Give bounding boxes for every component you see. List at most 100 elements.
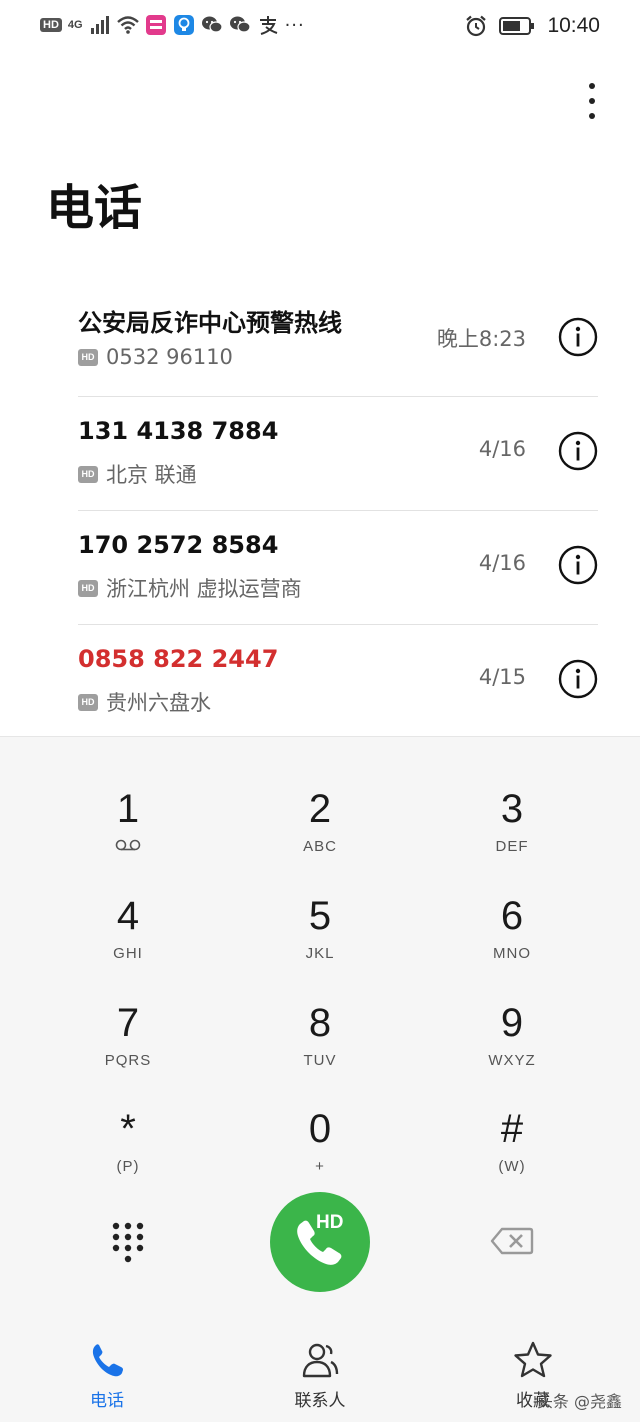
caller-detail-row: HD 北京 联通	[78, 459, 197, 489]
caller-detail: 北京 联通	[106, 463, 197, 487]
call-info-button[interactable]	[558, 659, 598, 699]
key-letters: (P)	[116, 1158, 140, 1175]
dialpad-key-7[interactable]: 7 PQRS	[58, 999, 198, 1095]
call-time: 4/15	[478, 665, 526, 689]
key-digit: 5	[308, 894, 332, 938]
call-log-item[interactable]: 0858 822 2447 HD 贵州六盘水 4/15	[78, 625, 598, 739]
key-letters: WXYZ	[488, 1052, 536, 1069]
key-letters: JKL	[305, 945, 335, 962]
dialpad-actions: HD	[0, 1192, 640, 1302]
voicemail-icon	[58, 839, 198, 851]
key-digit: 7	[116, 1001, 140, 1045]
signal-icon	[89, 14, 111, 36]
dialpad-key-star[interactable]: * (P)	[58, 1105, 198, 1201]
watermark: 头条 @尧鑫	[536, 1392, 622, 1411]
hide-dialpad-button[interactable]	[108, 1220, 148, 1266]
info-icon	[558, 545, 598, 585]
key-letters: +	[315, 1158, 325, 1175]
phone-icon	[47, 1338, 167, 1382]
key-digit: 8	[308, 1001, 332, 1045]
nav-tab-phone[interactable]: 电话	[47, 1338, 167, 1411]
caller-name: 0858 822 2447	[78, 645, 279, 673]
backspace-button[interactable]	[490, 1226, 534, 1256]
key-digit: 0	[308, 1107, 332, 1151]
status-bar: HD 4G ··· 10:40	[0, 0, 640, 56]
hd-voice-indicator: HD	[40, 18, 62, 32]
wifi-icon	[116, 14, 139, 36]
caller-detail-row: HD 贵州六盘水	[78, 687, 211, 717]
call-log-item[interactable]: 170 2572 8584 HD 浙江杭州 虚拟运营商 4/16	[78, 511, 598, 625]
dialpad-key-0[interactable]: 0 +	[250, 1105, 390, 1201]
key-digit: 1	[116, 787, 140, 831]
clock: 10:40	[547, 14, 600, 37]
nav-label-phone: 电话	[90, 1391, 124, 1411]
call-info-button[interactable]	[558, 317, 598, 357]
hd-call-badge: HD	[78, 579, 98, 597]
app-notification-icon	[145, 14, 167, 36]
contacts-icon	[260, 1338, 380, 1382]
hd-call-badge: HD	[78, 465, 98, 483]
key-letters: TUV	[303, 1052, 337, 1069]
phone-icon	[297, 1220, 342, 1265]
key-letters: (W)	[498, 1158, 526, 1175]
lightbulb-icon	[173, 14, 195, 36]
more-vertical-icon	[589, 83, 595, 89]
caller-name: 131 4138 7884	[78, 417, 279, 445]
caller-detail: 0532 96110	[106, 345, 233, 369]
call-log-list: 公安局反诈中心预警热线 HD 0532 96110 晚上8:23 131 413…	[78, 283, 598, 739]
call-info-button[interactable]	[558, 545, 598, 585]
call-time: 晚上8:23	[436, 327, 526, 351]
key-letters: PQRS	[104, 1052, 152, 1069]
dialpad-key-hash[interactable]: # (W)	[442, 1105, 582, 1201]
call-time: 4/16	[478, 437, 526, 461]
wechat-icon	[229, 14, 251, 36]
info-icon	[558, 431, 598, 471]
key-digit: 9	[500, 1001, 524, 1045]
caller-name: 170 2572 8584	[78, 531, 279, 559]
hd-call-badge: HD	[78, 348, 98, 366]
dialpad-key-5[interactable]: 5 JKL	[250, 892, 390, 988]
dialpad: 1 2 ABC 3 DEF 4 GHI 5 JKL 6 MNO 7 PQRS 8…	[0, 736, 640, 1326]
call-info-button[interactable]	[558, 431, 598, 471]
info-icon	[558, 317, 598, 357]
page-title: 电话	[46, 180, 143, 236]
key-letters: ABC	[303, 838, 337, 855]
dialpad-key-6[interactable]: 6 MNO	[442, 892, 582, 988]
call-time: 4/16	[478, 551, 526, 575]
hd-call-button[interactable]: HD	[270, 1192, 370, 1292]
caller-detail: 浙江杭州 虚拟运营商	[106, 577, 302, 601]
caller-detail: 贵州六盘水	[106, 691, 211, 715]
key-digit: 3	[500, 787, 524, 831]
alarm-icon	[465, 15, 487, 37]
key-letters: GHI	[113, 945, 143, 962]
dialpad-grid-icon	[112, 1222, 144, 1263]
alipay-icon	[257, 14, 279, 36]
key-digit: #	[500, 1107, 524, 1151]
call-log-item[interactable]: 公安局反诈中心预警热线 HD 0532 96110 晚上8:23	[78, 283, 598, 397]
dialpad-key-8[interactable]: 8 TUV	[250, 999, 390, 1095]
nav-label-contacts: 联系人	[294, 1391, 346, 1411]
more-options-button[interactable]	[582, 80, 602, 122]
key-digit: 2	[308, 787, 332, 831]
more-vertical-icon	[589, 113, 595, 119]
key-letters: MNO	[493, 945, 531, 962]
network-type: 4G	[67, 19, 83, 31]
dialpad-key-9[interactable]: 9 WXYZ	[442, 999, 582, 1095]
dialpad-key-2[interactable]: 2 ABC	[250, 785, 390, 881]
dialpad-key-3[interactable]: 3 DEF	[442, 785, 582, 881]
key-digit: 6	[500, 894, 524, 938]
battery-icon	[499, 15, 535, 37]
star-icon	[473, 1338, 593, 1382]
backspace-icon	[490, 1227, 534, 1255]
dialpad-key-4[interactable]: 4 GHI	[58, 892, 198, 988]
call-log-item[interactable]: 131 4138 7884 HD 北京 联通 4/16	[78, 397, 598, 511]
info-icon	[558, 659, 598, 699]
hd-label: HD	[316, 1212, 344, 1233]
nav-tab-contacts[interactable]: 联系人	[260, 1338, 380, 1411]
key-digit: *	[120, 1107, 136, 1151]
more-vertical-icon	[589, 98, 595, 104]
caller-detail-row: HD 浙江杭州 虚拟运营商	[78, 573, 302, 603]
key-letters: DEF	[495, 838, 529, 855]
wechat-icon	[201, 14, 223, 36]
dialpad-key-1[interactable]: 1	[58, 785, 198, 881]
